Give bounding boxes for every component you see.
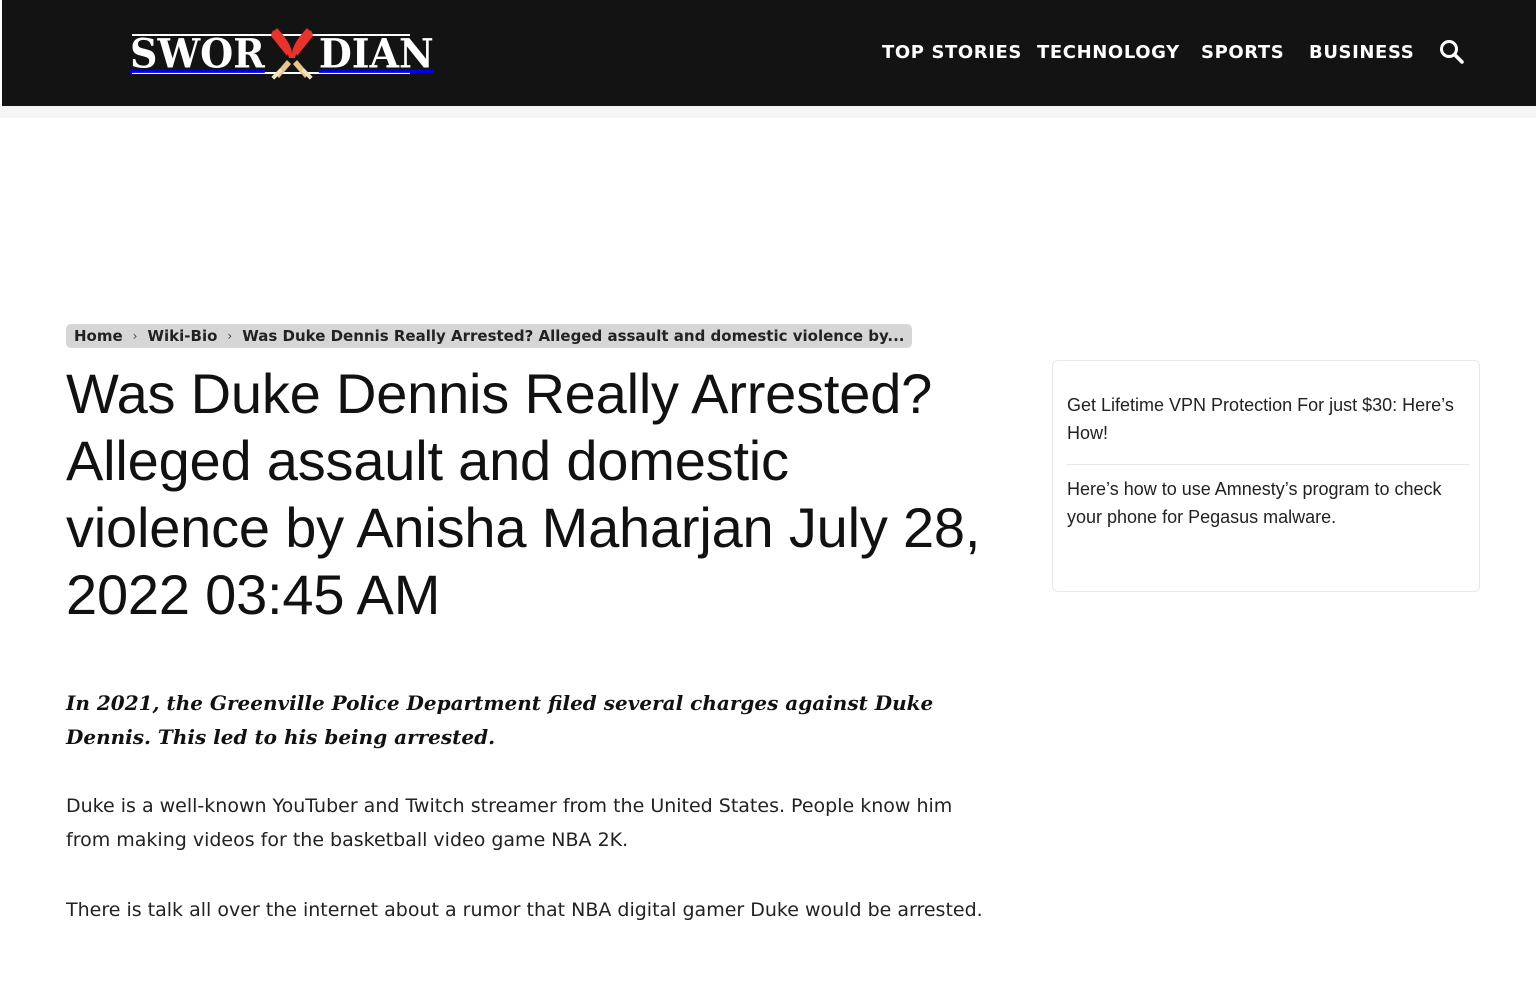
sidebar-widget: Get Lifetime VPN Protection For just $30… bbox=[1052, 360, 1480, 592]
search-button[interactable] bbox=[1438, 38, 1466, 66]
header-divider bbox=[0, 106, 1536, 118]
site-logo[interactable]: SWOR DIAN bbox=[130, 26, 434, 82]
article-paragraph: Duke is a well-known YouTuber and Twitch… bbox=[66, 795, 953, 851]
search-icon bbox=[1440, 40, 1464, 64]
site-header: SWOR DIAN TOP STORIES TECHNOLOGY SPORTS … bbox=[2, 0, 1536, 106]
nav-item-technology[interactable]: TECHNOLOGY bbox=[1037, 38, 1180, 68]
sidebar-link-vpn[interactable]: Get Lifetime VPN Protection For just $30… bbox=[1067, 391, 1467, 447]
article-title: Was Duke Dennis Really Arrested? Alleged… bbox=[66, 362, 981, 626]
breadcrumb-current: Was Duke Dennis Really Arrested? Alleged… bbox=[242, 327, 905, 345]
breadcrumb-separator: › bbox=[227, 329, 233, 343]
breadcrumb-separator: › bbox=[132, 329, 138, 343]
logo-text-left: SWOR bbox=[130, 29, 265, 78]
article-lead: In 2021, the Greenville Police Departmen… bbox=[66, 691, 934, 749]
nav-item-top-stories[interactable]: TOP STORIES bbox=[882, 38, 1022, 68]
crossed-swords-icon bbox=[267, 26, 317, 82]
sidebar-divider bbox=[1067, 464, 1469, 465]
article-paragraph: There is talk all over the internet abou… bbox=[66, 899, 983, 921]
breadcrumb: Home › Wiki-Bio › Was Duke Dennis Really… bbox=[66, 324, 913, 348]
nav-item-business[interactable]: BUSINESS bbox=[1309, 38, 1414, 68]
breadcrumb-home[interactable]: Home bbox=[74, 327, 123, 345]
nav-item-sports[interactable]: SPORTS bbox=[1201, 38, 1284, 68]
sidebar-link-pegasus[interactable]: Here’s how to use Amnesty’s program to c… bbox=[1067, 475, 1467, 531]
breadcrumb-category[interactable]: Wiki-Bio bbox=[147, 327, 217, 345]
logo-text-right: DIAN bbox=[318, 29, 434, 78]
